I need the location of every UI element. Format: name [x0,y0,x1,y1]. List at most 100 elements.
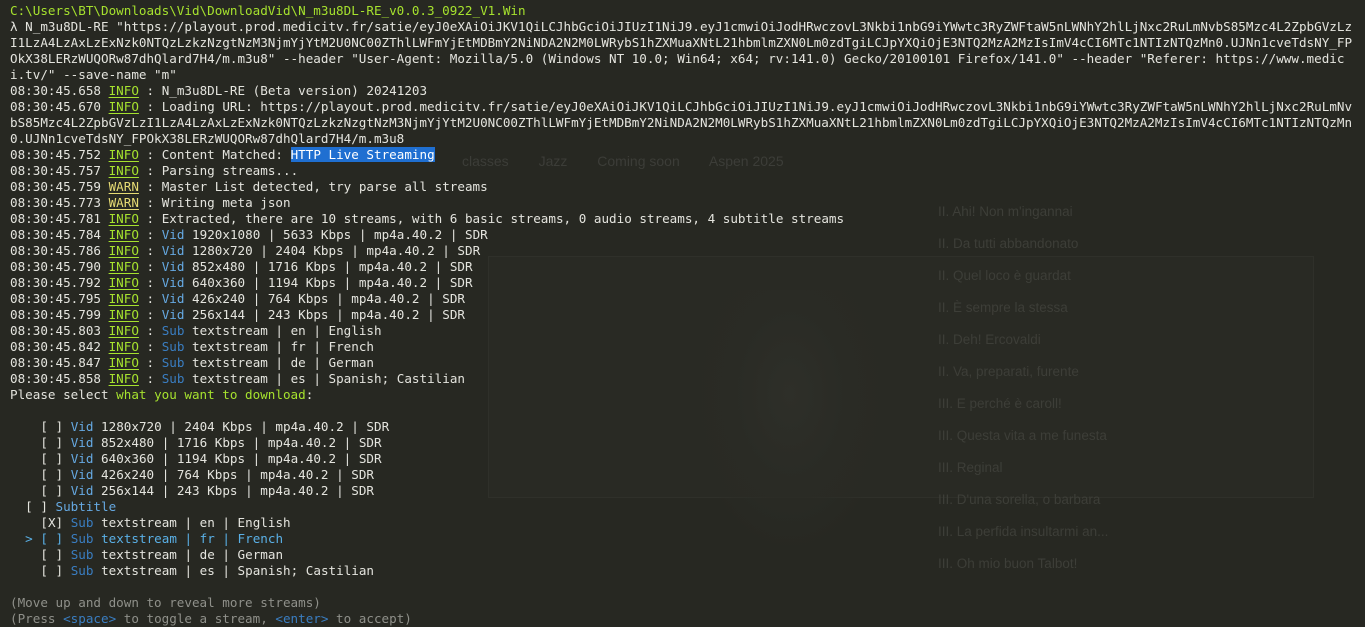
log-level: INFO [108,243,139,258]
subtitle-option[interactable]: [ ] Sub textstream | de | German [10,547,1357,563]
hint-text: (Press [10,611,64,626]
log-line: 08:30:45.792 INFO : Vid 640x360 | 1194 K… [10,275,473,290]
option-checkbox[interactable]: [ ] [40,483,63,498]
log-level: INFO [108,99,139,114]
log-time: 08:30:45.790 [10,259,101,274]
log-message: Extracted, there are 10 streams, with 6 … [161,211,845,226]
stream-tag: Vid [70,419,94,434]
log-line: 08:30:45.858 INFO : Sub textstream | es … [10,371,465,386]
subtitle-group-label: Subtitle [55,499,117,514]
log-message: 1920x1080 | 5633 Kbps | mp4a.40.2 | SDR [192,227,488,242]
option-checkbox-mark[interactable] [48,547,56,562]
option-checkbox[interactable]: [ ] [40,419,63,434]
log-level: INFO [108,307,139,322]
stream-tag: Sub [161,339,185,354]
hint-reveal: (Move up and down to reveal more streams… [10,595,321,610]
option-checkbox-mark[interactable]: X [48,515,56,530]
enter-key: <enter> [275,611,329,626]
log-lines: 08:30:45.658 INFO : N_m3u8DL-RE (Beta ve… [10,83,1357,387]
option-checkbox-open[interactable]: [ [40,531,48,546]
option-label: textstream | fr | French [101,531,284,546]
log-time: 08:30:45.847 [10,355,101,370]
log-message: Content Matched: [161,147,291,162]
log-level: INFO [108,371,139,386]
video-option[interactable]: [ ] Vid 640x360 | 1194 Kbps | mp4a.40.2 … [10,451,1357,467]
option-checkbox-mark[interactable] [48,563,56,578]
log-line: 08:30:45.773 WARN : Writing meta json [10,195,291,210]
option-checkbox-open[interactable]: [ [40,515,48,530]
log-time: 08:30:45.842 [10,339,101,354]
stream-tag: Sub [70,515,94,530]
subtitle-option[interactable]: [X] Sub textstream | en | English [10,515,1357,531]
option-checkbox-mark[interactable] [48,531,56,546]
option-checkbox[interactable]: [ ] [40,451,63,466]
log-message: Parsing streams... [161,163,299,178]
terminal-output[interactable]: C:\Users\BT\Downloads\Vid\DownloadVid\N_… [10,3,1357,627]
log-time: 08:30:45.799 [10,307,101,322]
prompt-text: Please select [10,387,117,402]
prompt-colon: : [305,387,314,402]
select-prompt: Please select what you want to download: [10,387,1357,403]
subtitle-option[interactable]: [ ] Sub textstream | es | Spanish; Casti… [10,563,1357,579]
log-message: Master List detected, try parse all stre… [161,179,488,194]
log-level: INFO [108,211,139,226]
log-time: 08:30:45.858 [10,371,101,386]
log-line: 08:30:45.786 INFO : Vid 1280x720 | 2404 … [10,243,481,258]
space-key: <space> [63,611,117,626]
log-level: WARN [108,195,139,210]
log-message: 426x240 | 764 Kbps | mp4a.40.2 | SDR [192,291,465,306]
option-label: textstream | es | Spanish; Castilian [101,563,375,578]
subtitle-option[interactable]: > [ ] Sub textstream | fr | French [10,531,1357,547]
log-time: 08:30:45.658 [10,83,101,98]
log-message: textstream | es | Spanish; Castilian [192,371,465,386]
log-level: INFO [108,163,139,178]
option-checkbox-open[interactable]: [ [40,547,48,562]
log-level: INFO [108,323,139,338]
subtitle-group-checkbox[interactable]: [ ] [25,499,48,514]
log-message: textstream | de | German [192,355,375,370]
option-label: 256x144 | 243 Kbps | mp4a.40.2 | SDR [101,483,374,498]
stream-tag: Sub [70,563,94,578]
prompt-highlight: what you want to download [116,387,306,402]
video-option[interactable]: [ ] Vid 426x240 | 764 Kbps | mp4a.40.2 |… [10,467,1357,483]
log-line: 08:30:45.795 INFO : Vid 426x240 | 764 Kb… [10,291,465,306]
stream-tag: Sub [161,371,185,386]
log-message: Writing meta json [161,195,291,210]
log-line: 08:30:45.781 INFO : Extracted, there are… [10,211,845,226]
log-line: 08:30:45.752 INFO : Content Matched: HTT… [10,147,435,162]
stream-tag: Vid [70,451,94,466]
log-time: 08:30:45.773 [10,195,101,210]
log-time: 08:30:45.757 [10,163,101,178]
option-checkbox-close[interactable]: ] [56,547,64,562]
video-option[interactable]: [ ] Vid 256x144 | 243 Kbps | mp4a.40.2 |… [10,483,1357,499]
option-checkbox-close[interactable]: ] [56,531,64,546]
cwd-path: C:\Users\BT\Downloads\Vid\DownloadVid\N_… [10,3,526,18]
option-checkbox[interactable]: [ ] [40,435,63,450]
option-checkbox[interactable]: [ ] [40,467,63,482]
log-line: 08:30:45.759 WARN : Master List detected… [10,179,488,194]
stream-tag: Sub [161,323,185,338]
stream-tag: Vid [161,275,185,290]
option-checkbox-close[interactable]: ] [56,563,64,578]
video-option[interactable]: [ ] Vid 852x480 | 1716 Kbps | mp4a.40.2 … [10,435,1357,451]
video-option[interactable]: [ ] Vid 1280x720 | 2404 Kbps | mp4a.40.2… [10,419,1357,435]
subtitle-group[interactable]: [ ] Subtitle [10,499,1357,515]
log-message: 256x144 | 243 Kbps | mp4a.40.2 | SDR [192,307,465,322]
log-line: 08:30:45.658 INFO : N_m3u8DL-RE (Beta ve… [10,83,428,98]
option-label: 852x480 | 1716 Kbps | mp4a.40.2 | SDR [101,435,382,450]
log-time: 08:30:45.803 [10,323,101,338]
log-message: 852x480 | 1716 Kbps | mp4a.40.2 | SDR [192,259,473,274]
stream-tag: Vid [161,259,185,274]
log-message: N_m3u8DL-RE (Beta version) 20241203 [161,83,428,98]
option-checkbox-close[interactable]: ] [56,515,64,530]
command-line: λ N_m3u8DL-RE "https://playout.prod.medi… [10,19,1353,82]
log-level: INFO [108,339,139,354]
stream-tag: Vid [161,243,185,258]
log-level: INFO [108,275,139,290]
log-level: INFO [108,83,139,98]
log-line: 08:30:45.670 INFO : Loading URL: https:/… [10,99,1353,146]
option-checkbox-open[interactable]: [ [40,563,48,578]
log-line: 08:30:45.799 INFO : Vid 256x144 | 243 Kb… [10,307,465,322]
option-label: 426x240 | 764 Kbps | mp4a.40.2 | SDR [101,467,374,482]
